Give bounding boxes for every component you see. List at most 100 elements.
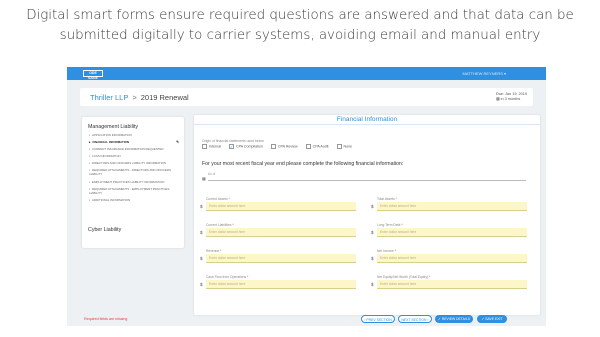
financial-information-panel: Financial Information Origin of financia… [194,115,540,315]
sidebar-item[interactable]: ▪ APPLICATION INFORMATION [89,133,179,138]
sidebar-item-label: FINANCIAL INFORMATION [92,140,129,144]
checkbox-label: CPA Audit [312,144,329,149]
checkbox-icon [202,144,207,149]
statements-origin-question: Origin of financial statements used belo… [202,139,264,143]
breadcrumb-account-link[interactable]: Thriller LLP [90,93,128,102]
financial-field: Net Equity/Net Worth (Total Equity) * $ En… [371,275,527,289]
calendar-icon[interactable]: ▦ [202,176,206,181]
financial-field: Current Assets * $ Enter dollar amount her… [200,197,356,211]
statements-origin-checkbox[interactable]: CPA Audit [305,144,329,149]
sidebar-item[interactable]: ▪ CURRENT INSURANCE INFORMATION REQUESTED [89,147,179,152]
statements-origin-checkbox[interactable]: Internal [202,144,221,149]
sidebar-item[interactable]: ▪ ADDITIONAL INFORMATION [89,198,179,203]
bullet-icon: ▪ [89,154,91,158]
sidebar-item-label: CURRENT INSURANCE INFORMATION REQUESTED [92,147,164,151]
checkbox-label: CPA Compilation [236,144,263,149]
currency-symbol: $ [371,204,374,209]
currency-symbol: $ [200,256,203,261]
statements-origin-checkbox[interactable]: ✓ CPA Compilation [229,144,263,149]
checkbox-icon [270,144,276,149]
panel-title: Financial Information [194,115,540,125]
review-details-button[interactable]: ✓ REVIEW DETAILS [435,315,473,323]
sidebar-item[interactable]: ▪ EMPLOYMENT PRACTICES LIABILITY INFORMAT… [89,180,179,185]
sidebar-section-cyber-liability[interactable]: Cyber Liability [88,227,121,233]
required-marker: * [428,275,431,279]
breadcrumb: Thriller LLP >2019 Renewal [90,93,189,102]
sidebar-item-label: REQUIRED ATTACHMENTS - DIRECTORS AND OFF… [89,168,171,176]
save-exit-button[interactable]: ✓ SAVE EXIT [477,315,507,323]
field-label: Total Assets * [377,197,397,201]
amount-input[interactable]: Enter dollar amount here [377,280,527,289]
amount-input[interactable]: Enter dollar amount here [377,254,527,263]
required-marker: * [220,249,222,253]
required-marker: * [247,275,249,279]
bullet-icon: ▪ [89,133,91,137]
sidebar-item-label: DIRECTORS AND OFFICERS LIABILITY INFORMA… [92,161,166,165]
sidebar-item[interactable]: ▪ LOSS INFORMATION [89,154,179,159]
sidebar-section-management-liability[interactable]: Management Liability [88,124,138,130]
sidebar-item-label: REQUIRED ATTACHMENTS - EMPLOYMENT PRACTI… [89,187,170,195]
checkbox-label: Internal [209,144,221,149]
section-sidebar: Management Liability Cyber Liability ▪ AP… [82,117,184,248]
required-marker: * [395,197,397,201]
as-of-date-input[interactable] [208,180,526,181]
amount-input[interactable]: Enter dollar amount here [206,254,356,263]
sidebar-item[interactable]: ▪ DIRECTORS AND OFFICERS LIABILITY INFORM… [89,161,179,166]
next-section-button[interactable]: NEXT SECTION › [398,315,432,323]
financial-field: Revenue * $ Enter dollar amount here [200,249,356,263]
field-label: Net Income * [377,249,397,253]
sidebar-item[interactable]: ▸ FINANCIAL INFORMATION ✎ [89,140,179,145]
bullet-icon: ▪ [89,161,91,165]
financial-field: Cash Flow from Operations * $ Enter dollar… [200,275,356,289]
required-fields-warning[interactable]: Required fields are missing [84,317,127,321]
prev-section-button[interactable]: ‹ PREV SECTION [361,315,395,323]
amount-input[interactable]: Enter dollar amount here [377,202,527,211]
sidebar-item-label: ADDITIONAL INFORMATION [92,198,131,202]
sidebar-item-label: APPLICATION INFORMATION [92,133,132,137]
sidebar-item[interactable]: ▪ REQUIRED ATTACHMENTS - DIRECTORS AND OF… [89,168,179,177]
app-window: ODE SAGE MATTHEW REYNERS ▾ Thriller LLP >… [67,67,546,326]
required-marker: * [394,249,397,253]
currency-symbol: $ [371,256,374,261]
currency-symbol: $ [371,230,374,235]
bullet-icon: ▪ [89,147,91,151]
field-label: Net Equity/Net Worth (Total Equity) * [377,275,431,279]
checkbox-icon [336,144,342,149]
required-marker: * [401,223,403,227]
pencil-icon: ✎ [176,140,179,144]
top-nav-bar: ODE SAGE MATTHEW REYNERS ▾ [67,67,546,80]
required-marker: * [228,197,230,201]
required-marker: * [232,223,234,227]
field-label: Current Assets * [206,197,230,201]
instruction-text: For your most recent fiscal year end ple… [202,161,404,167]
headline-line-2: submitted digitally to carrier systems, … [59,28,541,43]
statements-origin-checkbox[interactable]: CPA Review [270,144,298,149]
renewal-header: Thriller LLP >2019 Renewal Due: Jan 19, 2… [80,88,533,106]
amount-input[interactable]: Enter dollar amount here [206,228,356,237]
checkbox-label: CPA Review [277,144,298,149]
statements-origin-options: Internal ✓ CPA Compilation CPA Review CPA Au… [202,144,360,149]
currency-symbol: $ [200,282,203,287]
due-countdown: ▦ in 3 months [495,97,521,101]
amount-input[interactable]: Enter dollar amount here [206,202,356,211]
slide-headline: Digital smart forms ensure required ques… [0,6,600,46]
bullet-icon: ▪ [89,198,91,202]
app-logo[interactable]: ODE SAGE [83,70,103,80]
breadcrumb-renewal: 2019 Renewal [140,93,189,102]
field-label: Revenue * [206,249,222,253]
sidebar-item[interactable]: ▪ REQUIRED ATTACHMENTS - EMPLOYMENT PRACT… [89,187,179,196]
amount-input[interactable]: Enter dollar amount here [206,280,356,289]
checkbox-icon [305,144,311,149]
financial-field: Total Assets * $ Enter dollar amount here [371,197,527,211]
checkbox-checked-icon: ✓ [229,144,234,149]
user-menu[interactable]: MATTHEW REYNERS ▾ [463,71,507,76]
bullet-icon: ▪ [89,180,91,184]
currency-symbol: $ [200,204,203,209]
statements-origin-checkbox[interactable]: None [336,144,352,149]
field-label: Current Liabilities * [206,223,234,227]
amount-input[interactable]: Enter dollar amount here [377,228,527,237]
financial-field: Long Term Debt * $ Enter dollar amount her… [371,223,527,237]
sidebar-item-label: EMPLOYMENT PRACTICES LIABILITY INFORMATI… [92,180,165,184]
currency-symbol: $ [371,282,374,287]
currency-symbol: $ [200,230,203,235]
